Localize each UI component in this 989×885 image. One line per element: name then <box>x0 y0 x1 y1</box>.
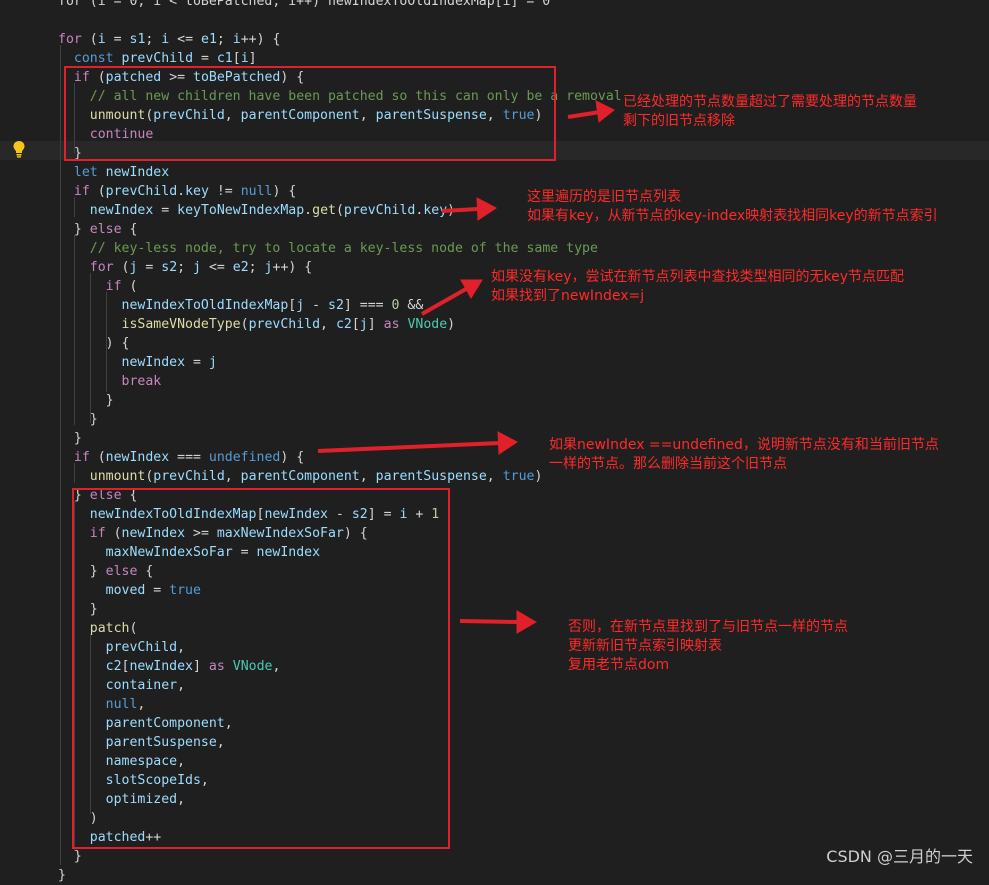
annotation-note-1: 已经处理的节点数量超过了需要处理的节点数量 剩下的旧节点移除 <box>623 94 917 129</box>
arrow-5 <box>459 619 519 624</box>
arrow-1-head <box>595 100 615 123</box>
annotation-note-3: 如果没有key，尝试在新节点列表中查找类型相同的无key节点匹配 如果找到了ne… <box>491 269 905 304</box>
arrow-4-head <box>497 431 518 455</box>
arrow-4 <box>317 441 501 453</box>
annotation-note-4: 如果newIndex ==undefined，说明新节点没有和当前旧节点 一样的… <box>549 437 939 472</box>
arrow-5-head <box>516 610 537 634</box>
arrow-3 <box>421 287 467 316</box>
arrow-2 <box>441 207 479 213</box>
arrow-2-head <box>476 197 497 221</box>
annotation-note-2: 这里遍历的是旧节点列表 如果有key，从新节点的key-index映射表找相同k… <box>527 189 938 224</box>
arrow-1 <box>567 110 601 119</box>
watermark: CSDN @三月的一天 <box>826 847 973 866</box>
annotation-note-5: 否则，在新节点里找到了与旧节点一样的节点 更新新旧节点索引映射表 复用老节点do… <box>568 619 848 673</box>
